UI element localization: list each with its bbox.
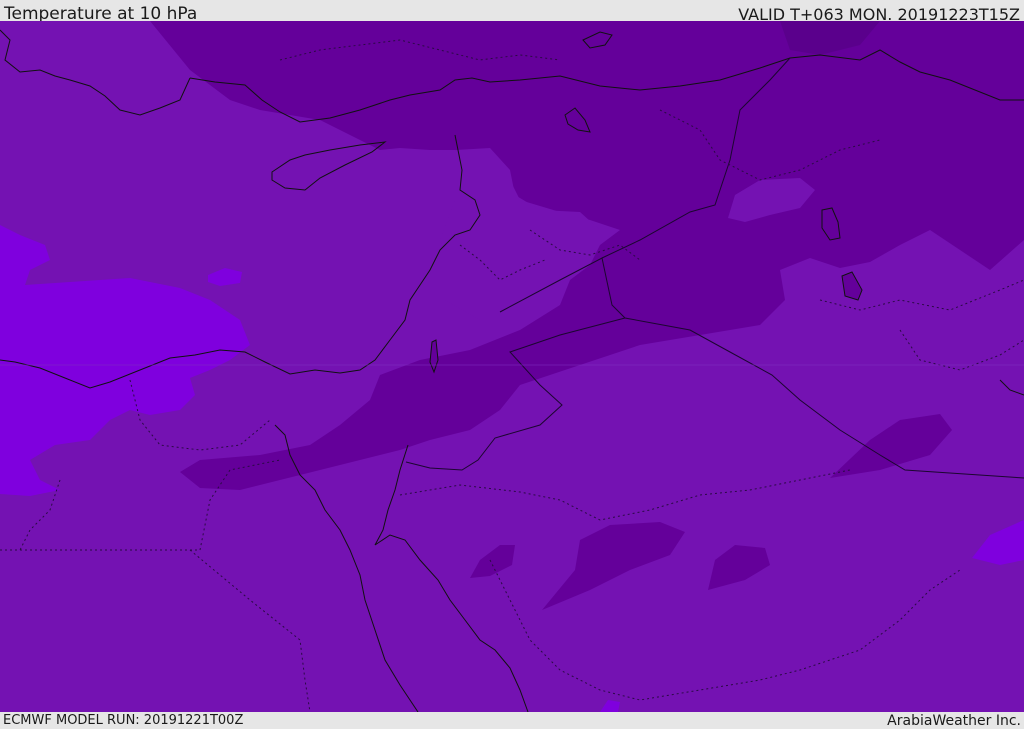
map-viewer: Temperature at 10 hPa VALID T+063 MON. 2… [0, 0, 1024, 729]
footer-bar: ECMWF MODEL RUN: 20191221T00Z ArabiaWeat… [0, 712, 1024, 729]
model-run-label: ECMWF MODEL RUN: 20191221T00Z [3, 713, 244, 728]
header-bar: Temperature at 10 hPa VALID T+063 MON. 2… [0, 0, 1024, 24]
temperature-map [0, 21, 1024, 712]
map-area[interactable] [0, 21, 1024, 712]
brand-label: ArabiaWeather Inc. [887, 713, 1021, 729]
